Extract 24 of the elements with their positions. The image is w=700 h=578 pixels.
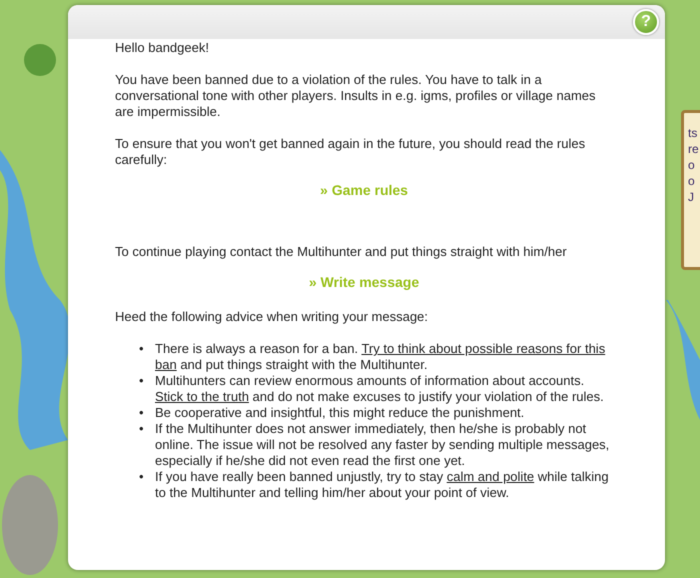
advice-heading-text: Heed the following advice when writing your message: [115,309,429,325]
greeting-text: Hello bandgeek! [115,40,210,56]
advice-item: If you have really been banned unjustly, try to stay calm and polite while talking to the Multihunter and telling him/her about your point of view. [155,469,610,501]
bullet-marker: • [139,341,145,358]
game-rules-link[interactable]: » Game rules [320,182,408,198]
panel-text: re [688,141,700,157]
advice-item: Multihunters can review enormous amounts of information about accounts. Stick to the truth and do not make excuses to justify your violation of the rules. [155,373,605,405]
panel-text: o [688,157,696,173]
bullet-marker: • [139,373,145,390]
panel-text: o [688,173,696,189]
ban-notice-text: You have been banned due to a violation of the rules. You have to talk in a conversational tone with other players. Insults in e.g. igms, profiles or village names are impermissible. [115,72,597,120]
panel-text: J [688,189,695,205]
panel-text: ts [688,125,698,141]
bullet-marker: • [139,421,145,438]
write-message-link[interactable]: » Write message [308,274,420,290]
contact-prompt-text: To continue playing contact the Multihunter and put things straight with him/her [115,244,568,260]
rules-prompt-text: To ensure that you won't get banned again in the future, you should read the rules carefully: [115,136,586,168]
advice-item: Be cooperative and insightful, this might reduce the punishment. [155,405,526,421]
tree-icon [24,44,56,76]
bullet-marker: • [139,405,145,421]
advice-item: If the Multihunter does not answer immediately, then he/she is probably not online. The issue will not be resolved any faster by sending multiple messages, especially if he/she did not even read the first one yet. [155,421,610,469]
bullet-marker: • [139,469,145,486]
advice-item: There is always a reason for a ban. Try to think about possible reasons for this ban and put things straight with the Multihunter. [155,341,606,373]
help-button[interactable]: ? [633,9,659,35]
